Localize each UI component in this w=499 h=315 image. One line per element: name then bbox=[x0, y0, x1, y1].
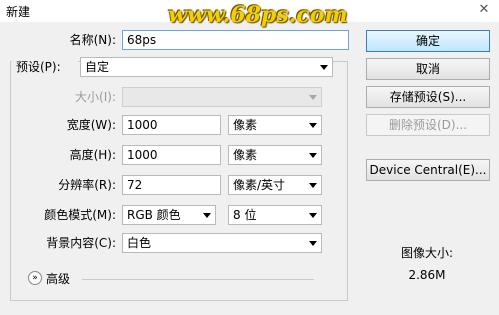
background-value: 白色 bbox=[127, 236, 152, 250]
name-input[interactable]: 68ps bbox=[122, 30, 349, 50]
chevron-down-icon bbox=[309, 153, 317, 158]
color-mode-label: 颜色模式(M): bbox=[44, 208, 116, 222]
preset-value: 自定 bbox=[85, 60, 110, 74]
bit-depth-value: 8 位 bbox=[233, 208, 257, 222]
width-input[interactable]: 1000 bbox=[122, 115, 221, 135]
advanced-label[interactable]: 高级 bbox=[46, 269, 80, 289]
resolution-unit-value: 像素/英寸 bbox=[233, 178, 286, 192]
ok-button[interactable]: 确定 bbox=[366, 30, 490, 52]
chevron-down-icon bbox=[309, 95, 317, 100]
advanced-divider bbox=[82, 279, 314, 280]
watermark-logo: www.68ps.com bbox=[168, 2, 348, 28]
color-mode-value: RGB 颜色 bbox=[127, 208, 181, 222]
background-select[interactable]: 白色 bbox=[122, 233, 322, 253]
device-central-button[interactable]: Device Central(E)... bbox=[366, 159, 490, 181]
window-title: 新建 bbox=[6, 5, 31, 19]
chevron-down-icon bbox=[309, 213, 317, 218]
color-mode-select[interactable]: RGB 颜色 bbox=[122, 205, 216, 225]
image-size-label: 图像大小: bbox=[400, 246, 454, 260]
preset-select[interactable]: 自定 bbox=[80, 57, 333, 77]
close-icon[interactable]: ✕ bbox=[475, 2, 493, 18]
size-select bbox=[122, 87, 322, 107]
chevron-down-icon bbox=[309, 123, 317, 128]
resolution-unit-select[interactable]: 像素/英寸 bbox=[228, 175, 322, 195]
chevron-down-icon bbox=[309, 241, 317, 246]
height-label: 高度(H): bbox=[69, 148, 116, 162]
delete-preset-button: 删除预设(D)... bbox=[366, 114, 490, 136]
bit-depth-select[interactable]: 8 位 bbox=[228, 205, 322, 225]
size-label: 大小(I): bbox=[75, 90, 116, 104]
width-unit-select[interactable]: 像素 bbox=[228, 115, 322, 135]
chevron-down-icon bbox=[309, 183, 317, 188]
title-bar: 新建 www.68ps.com ✕ bbox=[0, 0, 499, 28]
resolution-label: 分辨率(R): bbox=[58, 178, 116, 192]
background-label: 背景内容(C): bbox=[46, 236, 116, 250]
width-label: 宽度(W): bbox=[66, 118, 116, 132]
chevron-down-icon bbox=[203, 213, 211, 218]
height-unit-select[interactable]: 像素 bbox=[228, 145, 322, 165]
preset-label: 预设(P): bbox=[12, 57, 78, 77]
width-unit-value: 像素 bbox=[233, 118, 258, 132]
image-size-value: 2.86M bbox=[408, 268, 446, 282]
height-unit-value: 像素 bbox=[233, 148, 258, 162]
height-input[interactable]: 1000 bbox=[122, 145, 221, 165]
cancel-button[interactable]: 取消 bbox=[366, 58, 490, 80]
name-label: 名称(N): bbox=[69, 33, 116, 47]
resolution-input[interactable]: 72 bbox=[122, 175, 221, 195]
save-preset-button[interactable]: 存储预设(S)... bbox=[366, 86, 490, 108]
expand-chevron-icon[interactable]: » bbox=[28, 271, 42, 285]
chevron-down-icon bbox=[320, 65, 328, 70]
